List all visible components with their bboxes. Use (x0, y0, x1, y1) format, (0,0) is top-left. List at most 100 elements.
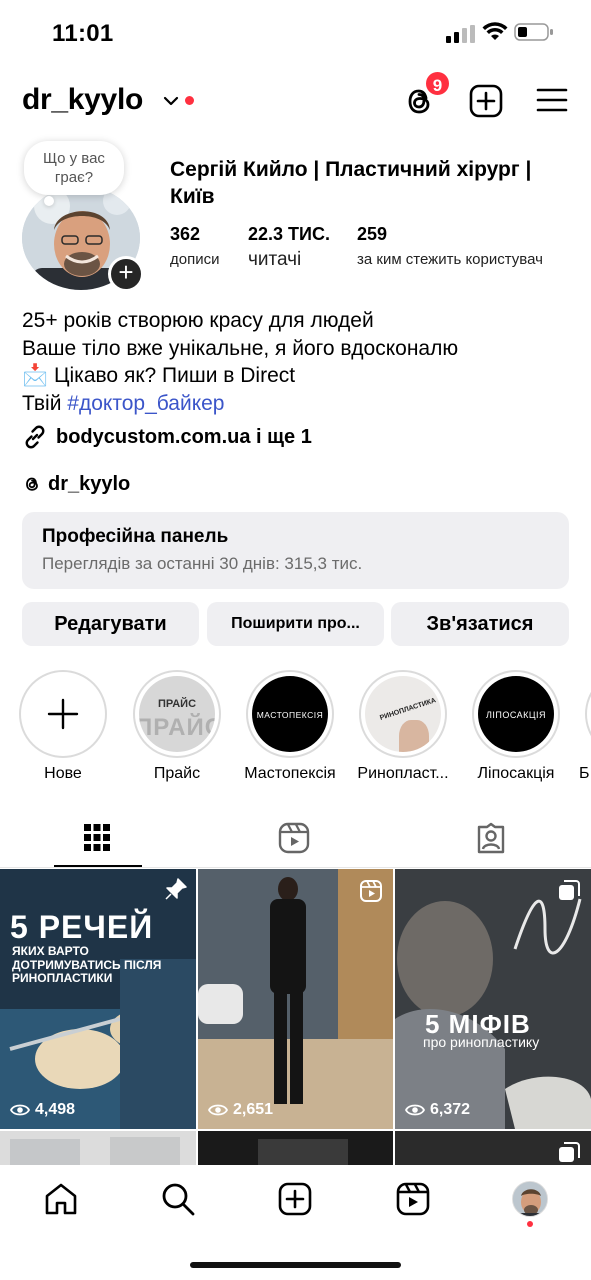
highlight-label: Нове (44, 765, 82, 782)
post-image (0, 869, 196, 1129)
post-image (395, 869, 591, 1129)
followers-count[interactable]: 22.3 ТИС. читачі (248, 224, 330, 271)
notification-dot (185, 96, 194, 105)
add-story-button[interactable]: + (108, 256, 144, 292)
carousel-icon (559, 1142, 580, 1162)
cellular-signal-icon (446, 25, 475, 43)
threads-small-icon (26, 477, 38, 491)
highlight-cover: МАСТОПЕКСІЯ (252, 676, 328, 752)
professional-dashboard[interactable]: Професійна панель Переглядів за останні … (22, 512, 569, 589)
bottom-navigation (0, 1165, 591, 1280)
threads-handle[interactable]: dr_kyylo (48, 473, 130, 496)
pin-icon (165, 878, 187, 900)
highlight-label: Прайс (153, 765, 201, 782)
highlight-label: Б (579, 765, 590, 782)
post-views: 2,651 (208, 1101, 273, 1119)
post-views: 6,372 (405, 1101, 470, 1119)
highlight-liposuction[interactable]: ЛІПОСАКЦІЯ Ліпосакція (460, 670, 572, 783)
post-views-count: 6,372 (430, 1101, 471, 1118)
full-name: Сергій Кийло | Пластичний хірург | Київ (170, 158, 532, 208)
bio: 25+ років створюю красу для людей Ваше т… (22, 307, 572, 417)
profile-header: dr_kyylo 9 (0, 70, 591, 130)
bio-line: 25+ років створюю красу для людей (22, 309, 374, 332)
grid-icon (84, 824, 110, 851)
posts-label: дописи (170, 251, 220, 268)
threads-profile-link[interactable]: dr_kyylo (22, 470, 130, 498)
status-time: 11:01 (52, 20, 114, 47)
highlight-cover-art (399, 720, 429, 752)
profile-notification-dot (527, 1221, 533, 1227)
link-icon (25, 425, 45, 449)
pro-panel-title: Професійна панель (42, 526, 229, 547)
share-profile-button[interactable]: Поширити про... (207, 602, 384, 646)
highlight-cover-text: ЛІПОСАКЦІЯ (485, 710, 547, 720)
post-tile[interactable]: 2,651 (198, 869, 393, 1129)
status-bar: 11:01 (0, 0, 591, 66)
post-views-count: 4,498 (35, 1101, 76, 1118)
tab-tagged[interactable] (447, 812, 535, 867)
website-link-text[interactable]: bodycustom.com.ua і ще 1 (56, 426, 312, 449)
highlight-label: Ліпосакція (477, 765, 555, 782)
threads-badge: 9 (424, 70, 451, 97)
eye-icon (10, 1104, 30, 1116)
highlight-new[interactable]: Нове (7, 670, 119, 783)
edit-profile-button[interactable]: Редагувати (22, 602, 199, 646)
bio-line: Ваше тіло вже унікальне, я його вдоскона… (22, 336, 459, 360)
post-image (0, 1131, 196, 1165)
followers-label: читачі (248, 249, 302, 270)
contact-button[interactable]: Зв'язатися (391, 602, 569, 646)
reels-icon (360, 880, 382, 902)
following-count[interactable]: 259 за ким стежить користувач (357, 224, 543, 268)
highlight-partial[interactable]: Б (573, 670, 591, 783)
following-label: за ким стежить користувач (357, 251, 543, 268)
plus-square-icon[interactable] (468, 83, 504, 119)
highlight-new-ring[interactable] (19, 670, 107, 758)
highlight-rhinoplasty[interactable]: РИНОПЛАСТИКА Ринопласт... (347, 670, 459, 783)
post-tile[interactable] (0, 1131, 196, 1165)
profile-avatar-wrap[interactable]: + (22, 186, 144, 292)
following-value: 259 (357, 224, 388, 244)
tab-grid[interactable] (54, 812, 142, 867)
bio-line: 📩 Цікаво як? Пиши в Direct (22, 364, 296, 387)
post-subtitle: ЯКИХ ВАРТО ДОТРИМУВАТИСЬ ПІСЛЯ РИНОПЛАСТ… (12, 944, 162, 985)
username-switcher[interactable]: dr_kyylo (22, 83, 143, 117)
tagged-icon (477, 822, 505, 854)
carousel-icon (559, 880, 580, 900)
post-views-count: 2,651 (233, 1101, 274, 1118)
post-tile[interactable]: 5 РЕЧЕЙ ЯКИХ ВАРТО ДОТРИМУВАТИСЬ ПІСЛЯ Р… (0, 869, 196, 1129)
home-indicator (190, 1262, 401, 1268)
website-link[interactable]: bodycustom.com.ua і ще 1 (22, 423, 312, 451)
note-bubble[interactable]: Що у вас грає? (24, 141, 124, 195)
posts-count[interactable]: 362 дописи (170, 224, 219, 268)
highlight-price[interactable]: ПРАЙС ПРАЙС Прайс (121, 670, 233, 783)
highlight-cover-text: МАСТОПЕКСІЯ (256, 710, 324, 720)
highlight-label: Мастопексія (244, 765, 336, 782)
posts-grid: 5 РЕЧЕЙ ЯКИХ ВАРТО ДОТРИМУВАТИСЬ ПІСЛЯ Р… (0, 869, 591, 1165)
highlight-cover: ЛІПОСАКЦІЯ (478, 676, 554, 752)
highlight-cover-text: ПРАЙС (139, 714, 215, 741)
highlight-cover-text: РИНОПЛАСТИКА (379, 697, 437, 722)
chevron-down-icon[interactable] (162, 92, 180, 110)
story-highlights: Нове ПРАЙС ПРАЙС Прайс МАСТОПЕКСІЯ Масто… (0, 670, 591, 790)
tab-reels[interactable] (250, 812, 338, 867)
highlight-cover-text: ПРАЙС (157, 698, 197, 710)
post-tile[interactable] (198, 1131, 393, 1165)
pro-panel-subtitle: Переглядів за останні 30 днів: 315,3 тис… (42, 554, 363, 573)
profile-avatar-nav[interactable] (512, 1181, 548, 1217)
post-tile[interactable]: 5 МІФІВ про ринопластику 6,372 (395, 869, 591, 1129)
create-icon[interactable] (277, 1181, 313, 1217)
post-subtitle: про ринопластику (423, 1034, 540, 1050)
home-icon[interactable] (43, 1181, 79, 1217)
bio-line-prefix: Твій (22, 391, 68, 415)
search-icon[interactable] (160, 1181, 196, 1217)
profile-tabs (0, 812, 591, 868)
eye-icon (208, 1104, 228, 1116)
highlight-cover: РИНОПЛАСТИКА (365, 676, 441, 752)
reels-icon[interactable] (395, 1181, 431, 1217)
post-tile[interactable] (395, 1131, 591, 1165)
highlight-mastopexy[interactable]: МАСТОПЕКСІЯ Мастопексія (234, 670, 346, 783)
posts-value: 362 (170, 224, 201, 244)
menu-icon[interactable] (536, 86, 568, 114)
highlight-cover: ПРАЙС ПРАЙС (139, 676, 215, 752)
hashtag-link[interactable]: #доктор_байкер (67, 392, 224, 415)
